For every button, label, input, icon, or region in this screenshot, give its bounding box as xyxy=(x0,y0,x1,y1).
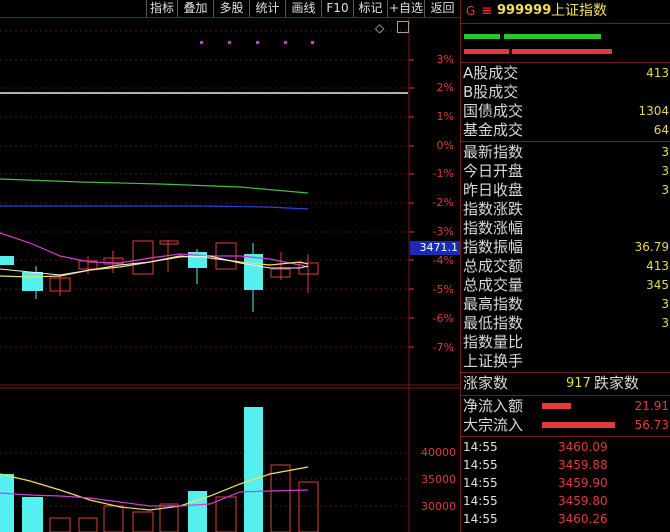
pct-label: -6% xyxy=(432,312,454,325)
back-button[interactable]: 返回 xyxy=(424,0,460,17)
tick-row: 14:55 3459.90 xyxy=(463,476,608,490)
pct-label: -4% xyxy=(432,254,454,267)
collapse-icon[interactable]: ◇ xyxy=(375,21,384,35)
pct-label: 0% xyxy=(436,139,454,152)
info-row: 国债成交 1304 xyxy=(463,102,669,120)
chart-toolbar: 指标 叠加 多股 统计 画线 F10 标记 +自选 返回 xyxy=(0,0,460,18)
info-row: 指数振幅 36.79 xyxy=(463,238,669,256)
volume-bars xyxy=(0,407,319,532)
statistics-button[interactable]: 统计 xyxy=(249,0,285,17)
info-row: 指数量比 xyxy=(463,333,524,351)
multi-stock-button[interactable]: 多股 xyxy=(213,0,249,17)
index-name: 上证指数 xyxy=(551,3,607,19)
kline-chart[interactable] xyxy=(0,18,460,532)
rise-count: 917 xyxy=(566,376,591,391)
strength-bar-red xyxy=(512,49,612,54)
volume-label: 35000 xyxy=(421,473,456,486)
pct-label: -7% xyxy=(432,341,454,354)
flow-bar xyxy=(542,422,615,428)
badge: G xyxy=(466,4,476,18)
f10-button[interactable]: F10 xyxy=(321,0,353,17)
flow-row: 净流入额 21.91 xyxy=(463,397,669,415)
strength-bar-green xyxy=(464,34,500,39)
flow-row: 大宗流入 56.73 xyxy=(463,416,669,434)
volume-label: 30000 xyxy=(421,500,456,513)
rise-fall-row: 涨家数 917 跌家数 xyxy=(463,374,669,393)
pct-label: 1% xyxy=(436,110,454,123)
ma-green-line xyxy=(0,178,309,194)
strength-bar-red xyxy=(464,49,509,54)
tick-row: 14:55 3459.88 xyxy=(463,458,608,472)
index-title: G ≡ 999999 上证指数 xyxy=(461,0,670,22)
fall-label: 跌家数 xyxy=(594,374,640,392)
panel-toggle-icon[interactable] xyxy=(397,21,409,33)
info-row: 最新指数 3 xyxy=(463,143,669,161)
volume-label: 40000 xyxy=(421,446,456,459)
info-row: 指数涨幅 xyxy=(463,219,524,237)
add-favorite-button[interactable]: +自选 xyxy=(387,0,424,17)
info-row: 总成交额 413 xyxy=(463,257,669,275)
flow-bar xyxy=(542,403,571,409)
pct-label: 2% xyxy=(436,81,454,94)
pct-label: -5% xyxy=(432,283,454,296)
info-row: 最低指数 3 xyxy=(463,314,669,332)
draw-line-button[interactable]: 画线 xyxy=(285,0,321,17)
info-row: 指数涨跌 xyxy=(463,200,524,218)
tick-row: 14:55 3460.26 xyxy=(463,512,608,526)
strength-bar-green xyxy=(504,34,601,39)
tick-row: 14:55 3460.09 xyxy=(463,440,608,454)
info-row: A股成交 413 xyxy=(463,64,669,82)
pct-label: -1% xyxy=(432,167,454,180)
overlay-button[interactable]: 叠加 xyxy=(177,0,213,17)
index-info-panel: G ≡ 999999 上证指数 A股成交 413 B股成交 国债成交 1304 基金… xyxy=(460,0,670,532)
info-row: 上证换手 xyxy=(463,352,524,370)
event-markers xyxy=(200,41,314,44)
mark-button[interactable]: 标记 xyxy=(353,0,387,17)
pct-label: 3% xyxy=(436,53,454,66)
info-row: 最高指数 3 xyxy=(463,295,669,313)
info-row: 今日开盘 3 xyxy=(463,162,669,180)
rise-label: 涨家数 xyxy=(463,374,509,392)
ma-blue-line xyxy=(0,205,309,210)
menu-icon[interactable]: ≡ xyxy=(481,0,493,22)
tick-row: 14:55 3459.80 xyxy=(463,494,608,508)
info-row: B股成交 xyxy=(463,83,519,101)
index-code: 999999 xyxy=(497,3,552,18)
indicator-button[interactable]: 指标 xyxy=(146,0,177,17)
pct-label: -3% xyxy=(432,225,454,238)
current-price-tag: 3471.1 xyxy=(410,241,460,255)
info-row: 昨日收盘 3 xyxy=(463,181,669,199)
info-row: 基金成交 64 xyxy=(463,121,669,139)
info-row: 总成交量 345 xyxy=(463,276,669,294)
pct-label: -2% xyxy=(432,196,454,209)
